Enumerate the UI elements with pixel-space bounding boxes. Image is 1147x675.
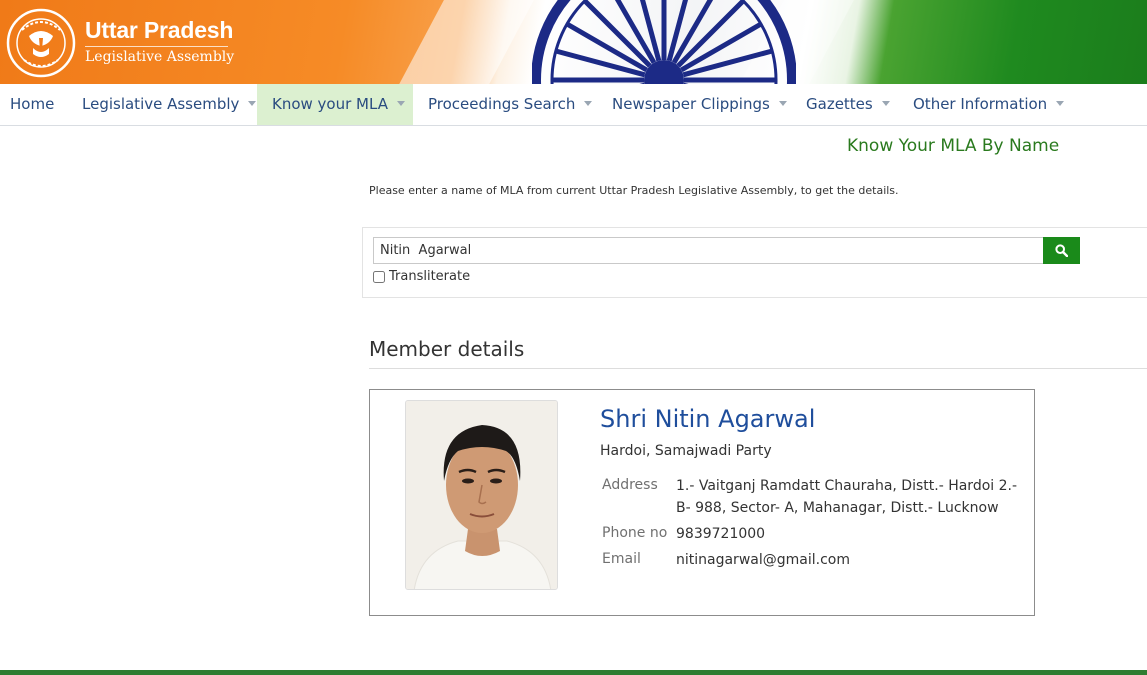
member-portrait-image [406, 401, 557, 589]
up-emblem-logo [6, 8, 76, 78]
search-button[interactable] [1043, 237, 1080, 264]
member-name: Shri Nitin Agarwal [600, 405, 816, 433]
nav-item-legislative-assembly[interactable]: Legislative Assembly [72, 84, 257, 125]
chakra-spoke [676, 0, 745, 68]
email-value: nitinagarwal@gmail.com [676, 552, 850, 568]
brand-divider [85, 46, 228, 47]
header-banner: Uttar Pradesh Legislative Assembly [0, 0, 1147, 84]
email-label: Email [602, 551, 641, 567]
nav-item-label: Legislative Assembly [82, 95, 240, 113]
nav-item-label: Proceedings Search [428, 95, 576, 113]
ashoka-chakra-icon [532, 0, 796, 84]
caret-down-icon [396, 101, 405, 106]
page-title: Know Your MLA By Name [847, 136, 1060, 156]
caret-down-icon [881, 101, 890, 106]
nav-item-know-your-mla[interactable]: Know your MLA [257, 84, 413, 125]
nav-item-gazettes[interactable]: Gazettes [796, 84, 902, 125]
phone-label: Phone no [602, 525, 668, 541]
main-nav: Home Legislative Assembly Know your MLA … [0, 84, 1147, 126]
section-title: Member details [369, 337, 525, 361]
nav-item-newspaper-clippings[interactable]: Newspaper Clippings [602, 84, 792, 125]
caret-down-icon [584, 101, 593, 106]
nav-item-other-information[interactable]: Other Information [903, 84, 1073, 125]
chakra-spoke [583, 0, 652, 68]
address-label: Address [602, 477, 658, 493]
flag-fold [385, 0, 545, 84]
nav-item-label: Know your MLA [272, 95, 388, 113]
footer-bar [0, 670, 1147, 675]
search-instruction: Please enter a name of MLA from current … [369, 184, 899, 197]
nav-item-label: Home [10, 95, 55, 113]
section-divider [369, 368, 1147, 369]
phone-value: 9839721000 [676, 526, 766, 542]
transliterate-label[interactable]: Transliterate [389, 269, 470, 284]
caret-down-icon [778, 101, 787, 106]
transliterate-checkbox[interactable] [373, 271, 385, 283]
search-icon [1055, 244, 1068, 257]
address-value: 1.- Vaitganj Ramdatt Chauraha, Distt.- H… [676, 478, 1018, 516]
member-photo [405, 400, 558, 590]
caret-down-icon [1056, 101, 1065, 106]
nav-item-proceedings-search[interactable]: Proceedings Search [418, 84, 598, 125]
member-constituency-party: Hardoi, Samajwadi Party [600, 443, 772, 459]
caret-down-icon [248, 101, 257, 106]
nav-item-home[interactable]: Home [0, 84, 67, 125]
brand-title: Uttar Pradesh [85, 17, 234, 43]
nav-item-label: Other Information [913, 95, 1048, 113]
nav-item-label: Gazettes [806, 95, 873, 113]
nav-item-label: Newspaper Clippings [612, 95, 770, 113]
mla-name-search-input[interactable] [373, 237, 1044, 264]
brand-subtitle: Legislative Assembly [85, 49, 235, 65]
